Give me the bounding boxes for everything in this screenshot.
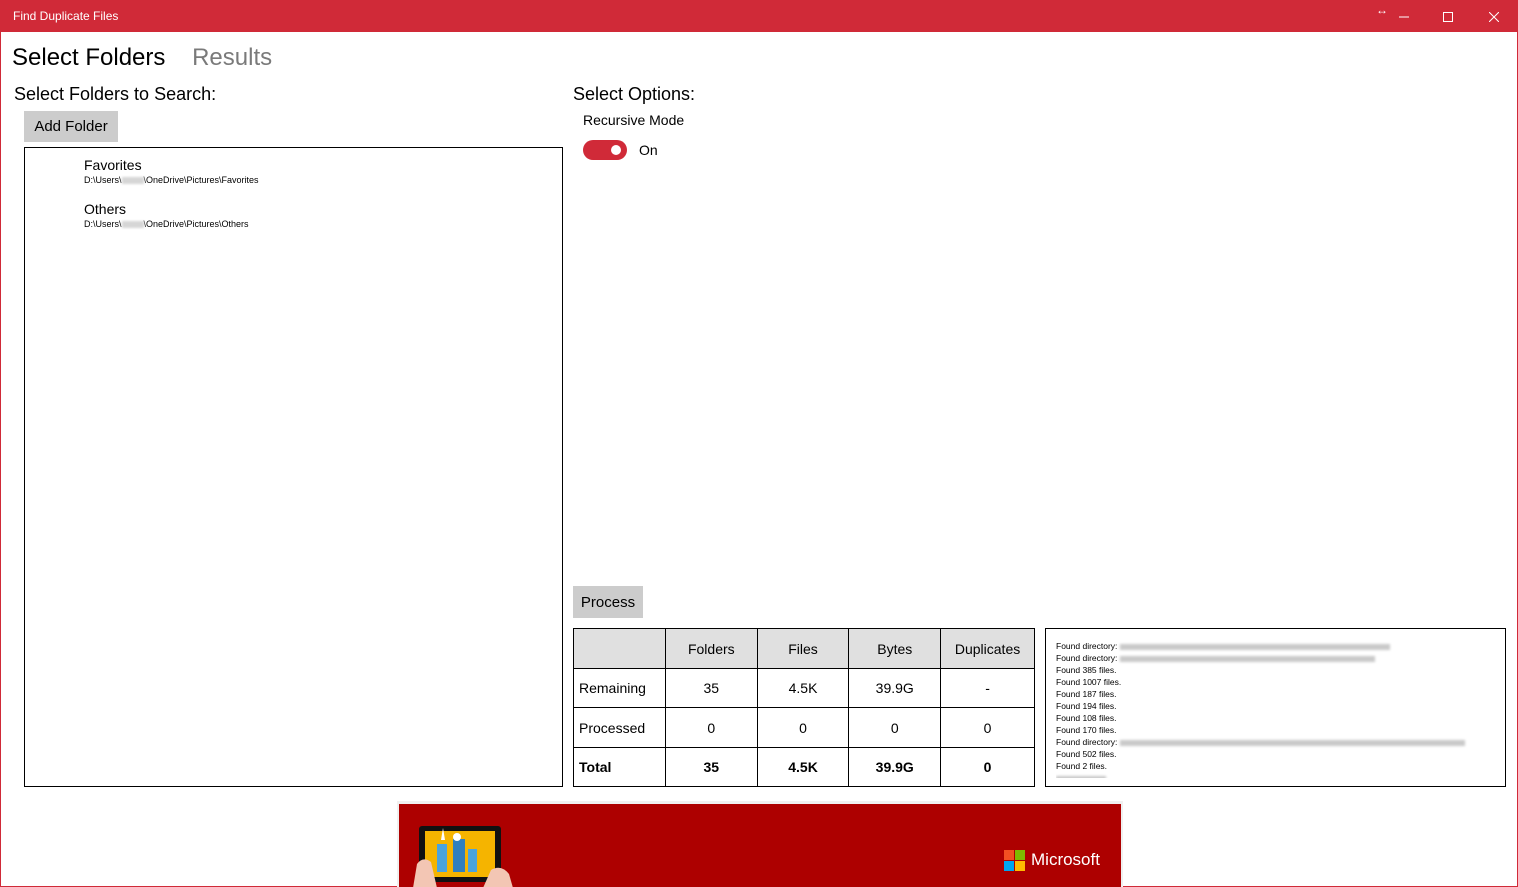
row-label: Remaining [573, 668, 666, 709]
log-line: Found 502 files. [1056, 748, 1505, 760]
log-line: Found directory: [1056, 652, 1505, 664]
column-header: Files [756, 627, 850, 670]
log-line: Found 1007 files. [1056, 676, 1505, 688]
log-text: Found 170 files. [1056, 725, 1117, 735]
folder-name: Others [84, 201, 127, 217]
log-line: Found 187 files. [1056, 688, 1505, 700]
add-folder-button[interactable]: Add Folder [24, 111, 118, 142]
ad-banner[interactable]: Microsoft [397, 801, 1123, 887]
table-header-row: Folders Files Bytes Duplicates [573, 627, 1035, 670]
log-line: Found directory: [1056, 640, 1505, 652]
column-header: Folders [664, 627, 758, 670]
table-row: Total 35 4.5K 39.9G 0 [573, 746, 1035, 788]
cell-bytes: 39.9G [848, 668, 942, 709]
table-row: Processed 0 0 0 0 [573, 707, 1035, 748]
window-title: Find Duplicate Files [13, 9, 119, 23]
page-nav: Select Folders Results [12, 44, 292, 72]
cell-duplicates: 0 [940, 746, 1035, 788]
ad-content[interactable]: Microsoft [399, 804, 1121, 887]
process-button[interactable]: Process [573, 586, 643, 618]
row-label: Processed [573, 707, 666, 748]
column-header: Bytes [848, 627, 942, 670]
column-header: Duplicates [940, 627, 1035, 670]
tablet-illustration-icon [413, 826, 513, 887]
redacted-username [121, 221, 144, 229]
folders-heading: Select Folders to Search: [14, 84, 217, 104]
redacted-path [1120, 655, 1376, 662]
cell-duplicates: 0 [940, 707, 1035, 748]
maximize-button[interactable] [1425, 1, 1471, 32]
redacted-path [1120, 739, 1466, 746]
recursive-mode-state: On [639, 142, 658, 158]
log-line: Found 385 files. [1056, 664, 1505, 676]
recursive-mode-label: Recursive Mode [583, 112, 685, 128]
cell-duplicates: - [940, 668, 1035, 709]
folder-path-suffix: \OneDrive\Pictures\Favorites [143, 175, 259, 185]
log-text: Found 108 files. [1056, 713, 1117, 723]
log-text: Found directory: [1056, 653, 1118, 663]
close-button[interactable] [1471, 1, 1517, 32]
toggle-knob [611, 145, 621, 155]
maximize-icon [1443, 11, 1453, 22]
recursive-mode-toggle[interactable] [583, 140, 627, 160]
log-line: Found directory: [1056, 736, 1505, 748]
list-item[interactable]: Favorites D:\Users\ \OneDrive\Pictures\Fa… [84, 157, 259, 185]
log-text: Found 385 files. [1056, 665, 1117, 675]
cell-files: 0 [756, 707, 850, 748]
folder-path: D:\Users\ \OneDrive\Pictures\Favorites [84, 175, 259, 185]
log-line: Found 194 files. [1056, 700, 1505, 712]
log-text: Found directory: [1056, 641, 1118, 651]
table-row: Remaining 35 4.5K 39.9G - [573, 668, 1035, 709]
folder-path-prefix: D:\Users\ [84, 175, 122, 185]
close-icon [1489, 11, 1499, 22]
tab-select-folders[interactable]: Select Folders [12, 44, 165, 71]
log-line: Found 2 files. [1056, 760, 1505, 772]
log-text: Found 2 files. [1056, 761, 1108, 771]
tab-results[interactable]: Results [192, 44, 272, 71]
log-line: Found 170 files. [1056, 724, 1505, 736]
options-heading: Select Options: [573, 84, 696, 104]
cell-folders: 35 [664, 746, 758, 788]
log-output[interactable]: Found directory: Found directory: Found … [1045, 628, 1506, 787]
log-text: Found 187 files. [1056, 689, 1117, 699]
folder-path-prefix: D:\Users\ [84, 219, 122, 229]
partial-text [1056, 775, 1106, 778]
minimize-button[interactable] [1381, 1, 1427, 32]
folder-path: D:\Users\ \OneDrive\Pictures\Others [84, 219, 249, 229]
ad-brand-text: Microsoft [1031, 850, 1100, 869]
cell-files: 4.5K [756, 746, 850, 788]
log-line-partial [1056, 772, 1505, 778]
folder-list[interactable]: Favorites D:\Users\ \OneDrive\Pictures\Fa… [24, 147, 563, 787]
log-text: Found 1007 files. [1056, 677, 1122, 687]
log-text: Found 502 files. [1056, 749, 1117, 759]
cell-folders: 35 [664, 668, 758, 709]
cell-bytes: 0 [848, 707, 942, 748]
list-item[interactable]: Others D:\Users\ \OneDrive\Pictures\Other… [84, 201, 249, 229]
log-text: Found directory: [1056, 737, 1118, 747]
log-line: Found 108 files. [1056, 712, 1505, 724]
app-window: Find Duplicate Files ↔ Select Folders Re… [0, 0, 1518, 887]
microsoft-logo-icon [1004, 850, 1025, 871]
cell-folders: 0 [664, 707, 758, 748]
folder-path-suffix: \OneDrive\Pictures\Others [143, 219, 249, 229]
cell-bytes: 39.9G [848, 746, 942, 788]
redacted-path [1120, 643, 1391, 650]
redacted-username [121, 177, 144, 185]
minimize-icon [1399, 16, 1409, 17]
cell-files: 4.5K [756, 668, 850, 709]
folder-name: Favorites [84, 157, 142, 173]
title-bar[interactable]: Find Duplicate Files ↔ [1, 1, 1517, 32]
stats-table: Folders Files Bytes Duplicates Remaining… [573, 627, 1035, 788]
column-header [573, 627, 666, 670]
log-text: Found 194 files. [1056, 701, 1117, 711]
row-label: Total [573, 746, 666, 788]
